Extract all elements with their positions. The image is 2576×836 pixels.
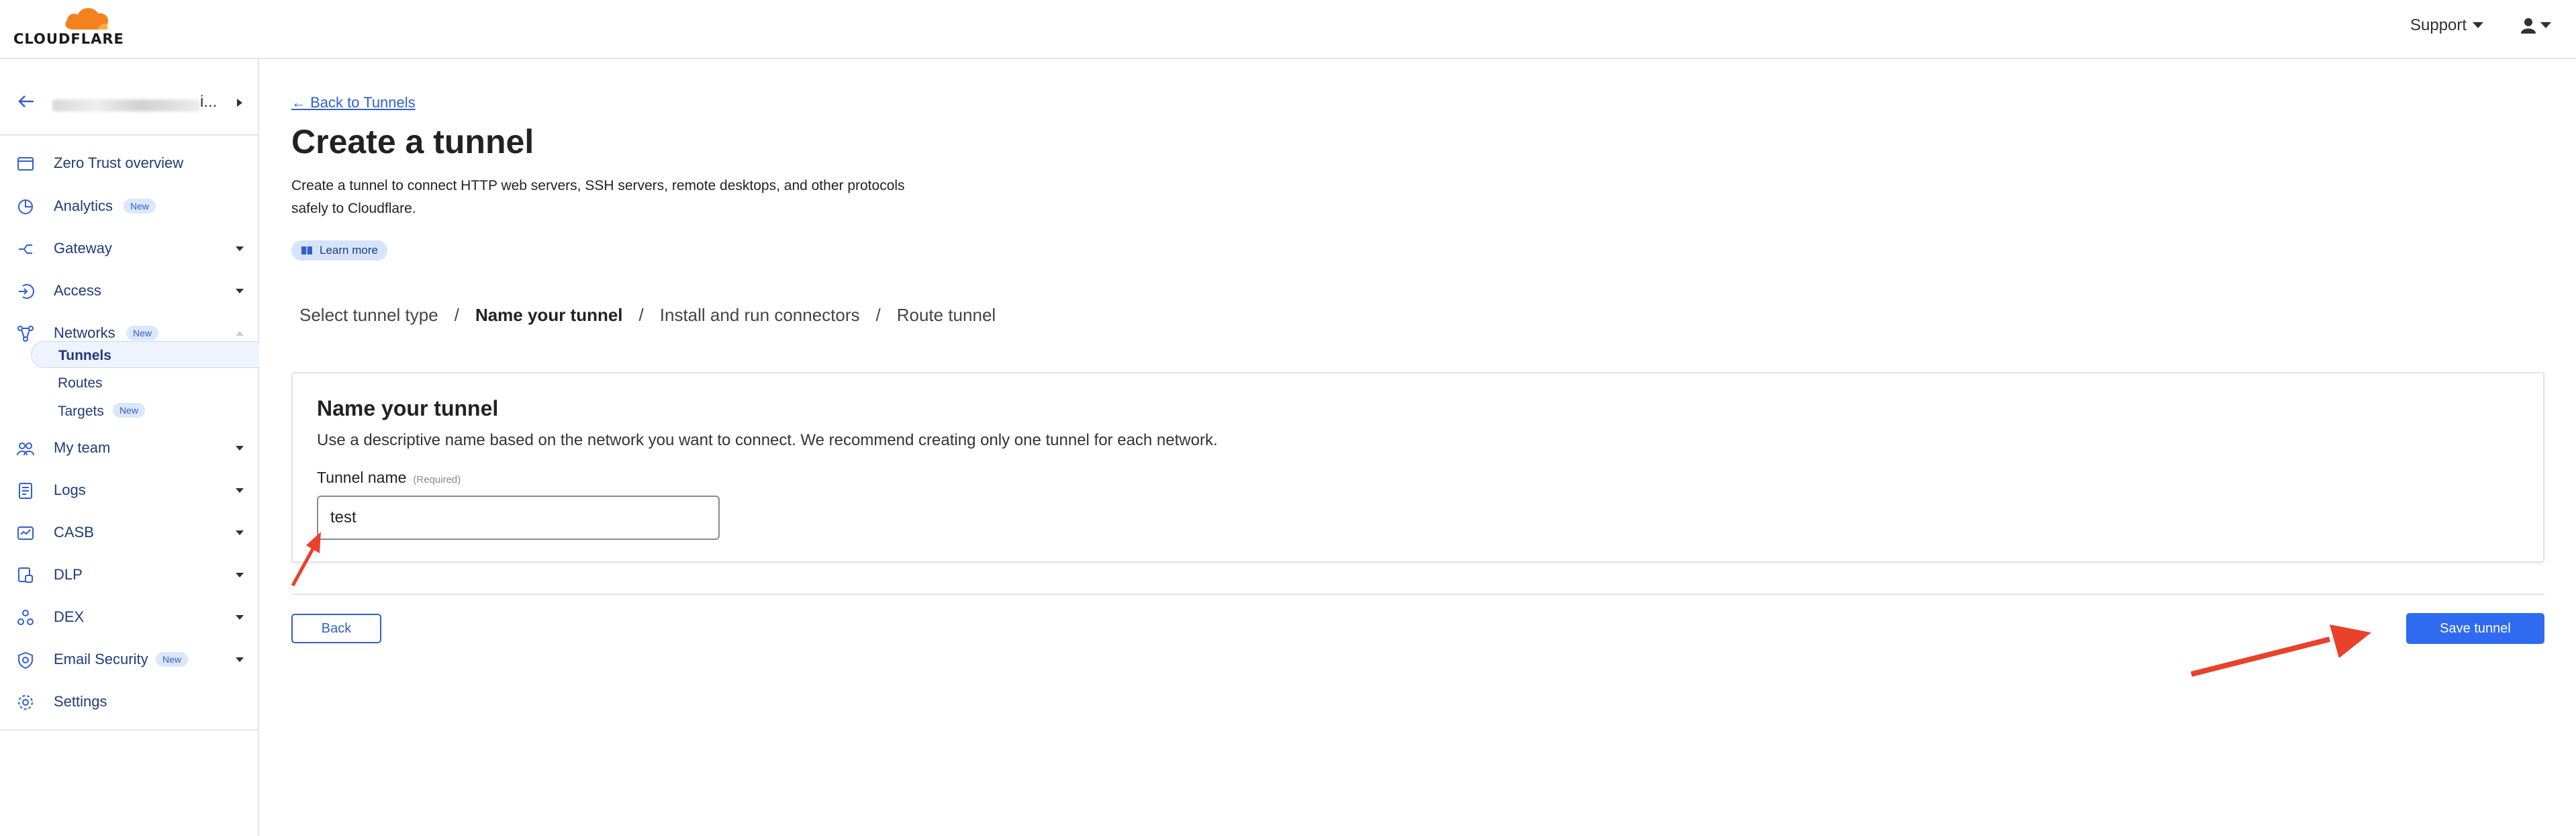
chevron-down-icon	[236, 246, 244, 251]
casb-icon	[17, 526, 34, 540]
main-content: ← Back to Tunnels Create a tunnel Create…	[260, 59, 2576, 836]
sidebar-item-label: DEX	[54, 608, 85, 625]
new-badge: New	[113, 403, 146, 418]
logs-icon	[19, 483, 32, 499]
sidebar-subitem-routes[interactable]: Routes	[31, 369, 259, 396]
sidebar-item-label: Settings	[54, 693, 107, 710]
gear-icon	[18, 695, 33, 710]
sidebar-item-casb[interactable]: CASB	[0, 512, 259, 553]
sidebar-item-settings[interactable]: Settings	[0, 681, 259, 723]
analytics-icon	[18, 199, 33, 214]
step-install-run-connectors: Install and run connectors	[659, 305, 860, 325]
save-tunnel-button[interactable]: Save tunnel	[2406, 613, 2544, 644]
sidebar-item-label: CASB	[54, 524, 94, 541]
chevron-down-icon	[236, 573, 244, 577]
chevron-down-icon	[236, 289, 244, 293]
tunnel-name-label: Tunnel name (Required)	[317, 469, 461, 487]
account-name-ellipsis: i...	[200, 93, 218, 111]
step-separator: /	[875, 305, 881, 325]
learn-more-button[interactable]: Learn more	[291, 240, 387, 261]
sidebar-item-analytics[interactable]: Analytics New	[0, 185, 259, 227]
chevron-down-icon	[236, 657, 244, 662]
card-description: Use a descriptive name based on the netw…	[317, 431, 1218, 449]
sidebar-subitem-label: Routes	[58, 375, 103, 391]
page-title: Create a tunnel	[291, 123, 534, 160]
step-name-your-tunnel: Name your tunnel	[475, 305, 623, 325]
sidebar-item-logs[interactable]: Logs	[0, 469, 259, 511]
chevron-down-icon	[236, 530, 244, 535]
cloudflare-logo[interactable]: CLOUDFLARE	[12, 4, 126, 51]
browser-window-icon	[17, 157, 34, 171]
sidebar-item-zero-trust-overview[interactable]: Zero Trust overview	[0, 142, 259, 184]
book-icon	[301, 246, 312, 254]
networks-icon	[17, 326, 34, 342]
step-separator: /	[638, 305, 644, 325]
support-menu[interactable]: Support	[2410, 16, 2484, 35]
required-hint: (Required)	[413, 474, 461, 485]
new-badge: New	[126, 326, 159, 340]
email-security-icon	[18, 651, 33, 669]
sidebar-subitem-tunnels[interactable]: Tunnels	[31, 341, 259, 368]
sidebar-item-label: Email Security	[54, 651, 148, 667]
dex-icon	[17, 610, 34, 625]
new-badge: New	[156, 652, 189, 667]
chevron-right-icon	[237, 99, 242, 107]
sidebar-divider	[0, 729, 259, 731]
user-icon	[2521, 18, 2536, 34]
chevron-up-icon	[236, 331, 244, 336]
sidebar-item-my-team[interactable]: My team	[0, 427, 259, 469]
chevron-down-icon	[2473, 22, 2484, 28]
sidebar-subitem-targets[interactable]: Targets New	[31, 398, 259, 424]
sidebar-subitem-label: Targets	[58, 404, 104, 419]
sidebar-item-label: Zero Trust overview	[54, 154, 184, 171]
chevron-down-icon	[236, 615, 244, 620]
tunnel-name-input[interactable]	[317, 496, 720, 540]
sidebar-item-label: Networks	[54, 324, 115, 341]
sidebar-item-label: DLP	[54, 566, 83, 583]
chevron-down-icon	[236, 488, 244, 493]
support-label: Support	[2410, 16, 2467, 34]
name-tunnel-card: Name your tunnel Use a descriptive name …	[291, 372, 2544, 563]
top-bar: CLOUDFLARE Support	[0, 0, 2576, 59]
sidebar-item-label: Access	[54, 282, 101, 299]
sidebar-item-email-security[interactable]: Email Security New	[0, 639, 259, 680]
wizard-steps: Select tunnel type / Name your tunnel / …	[299, 305, 996, 326]
team-icon	[17, 443, 34, 456]
new-badge: New	[124, 199, 156, 214]
step-route-tunnel: Route tunnel	[896, 305, 996, 325]
cloudflare-cloud-icon	[65, 7, 109, 30]
gateway-icon	[19, 244, 32, 254]
brand-wordmark: CLOUDFLARE	[13, 31, 124, 47]
sidebar-subitem-label: Tunnels	[58, 348, 111, 363]
back-to-tunnels-link[interactable]: ← Back to Tunnels	[291, 94, 416, 111]
chevron-down-icon	[236, 446, 244, 451]
access-icon	[19, 284, 34, 299]
sidebar: i... Zero Trust overview Analytics New G…	[0, 59, 259, 836]
sidebar-item-access[interactable]: Access	[0, 270, 259, 312]
dlp-icon	[18, 567, 33, 583]
step-select-tunnel-type: Select tunnel type	[299, 305, 438, 325]
footer-divider	[291, 594, 2544, 595]
sidebar-item-label: Logs	[54, 481, 86, 498]
step-separator: /	[454, 305, 459, 325]
sidebar-item-label: Gateway	[54, 240, 112, 257]
sidebar-item-label: Analytics	[54, 197, 113, 214]
user-menu[interactable]	[2521, 17, 2552, 34]
back-button[interactable]: Back	[291, 614, 381, 643]
field-label-text: Tunnel name	[317, 469, 407, 486]
arrow-left-icon[interactable]	[17, 94, 35, 109]
sidebar-item-gateway[interactable]: Gateway	[0, 228, 259, 269]
sidebar-divider	[0, 134, 259, 136]
card-title: Name your tunnel	[317, 396, 499, 420]
sidebar-item-dex[interactable]: DEX	[0, 596, 259, 638]
learn-more-label: Learn more	[320, 244, 378, 257]
chevron-down-icon	[2540, 22, 2551, 28]
account-switcher[interactable]: i...	[0, 75, 259, 132]
page-description: Create a tunnel to connect HTTP web serv…	[291, 178, 905, 216]
redacted-account-name	[52, 99, 200, 111]
sidebar-item-dlp[interactable]: DLP	[0, 554, 259, 596]
sidebar-item-label: My team	[54, 439, 111, 456]
